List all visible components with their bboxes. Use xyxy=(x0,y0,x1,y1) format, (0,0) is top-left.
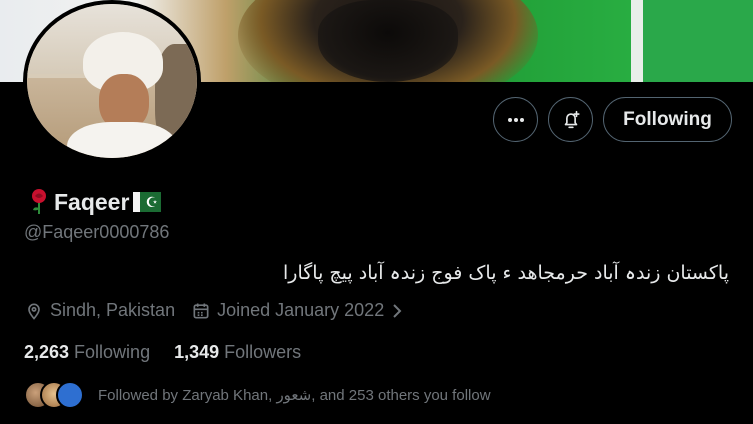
followers-label: Followers xyxy=(224,342,302,362)
notify-button[interactable] xyxy=(548,97,593,142)
location-text: Sindh, Pakistan xyxy=(50,300,176,320)
profile-meta: Sindh, Pakistan Joined January 2022 xyxy=(24,300,420,321)
more-button[interactable] xyxy=(493,97,538,142)
profile-avatar[interactable] xyxy=(23,0,201,162)
followers-count: 1,349 xyxy=(174,342,220,362)
rose-emoji-icon xyxy=(32,189,46,214)
more-icon xyxy=(507,117,524,122)
avatar xyxy=(56,381,84,409)
following-button[interactable]: Following xyxy=(603,97,732,142)
following-label: Following xyxy=(74,342,151,362)
chevron-right-icon xyxy=(393,303,402,318)
profile-bio: پاکستان زندہ آباد حرمجاھد ء پاک فوج زندہ… xyxy=(283,262,729,284)
avatar-body xyxy=(67,122,177,158)
bell-plus-icon xyxy=(564,110,580,128)
following-count: 2,263 xyxy=(24,342,70,362)
location-item: Sindh, Pakistan xyxy=(24,300,175,321)
name-row: Faqeer ☪ xyxy=(28,188,162,216)
display-name: Faqeer xyxy=(54,188,130,215)
joined-text: Joined January 2022 xyxy=(217,300,385,320)
following-stat[interactable]: 2,263 Following xyxy=(24,342,150,363)
banner-beard xyxy=(318,0,458,82)
followed-by-text: Followed by Zaryab Khan, شعور, and 253 o… xyxy=(98,387,491,404)
followers-stat[interactable]: 1,349 Followers xyxy=(174,342,301,363)
banner-flag-green xyxy=(643,0,753,82)
followed-by-row[interactable]: Followed by Zaryab Khan, شعور, and 253 o… xyxy=(24,381,491,409)
calendar-icon xyxy=(193,303,209,318)
followed-by-avatars xyxy=(24,381,86,409)
user-handle: @Faqeer0000786 xyxy=(24,222,170,242)
joined-item[interactable]: Joined January 2022 xyxy=(191,300,404,321)
pakistan-flag-icon: ☪ xyxy=(133,192,162,212)
location-pin-icon xyxy=(28,303,40,320)
follow-stats: 2,263 Following 1,349 Followers xyxy=(24,342,325,363)
